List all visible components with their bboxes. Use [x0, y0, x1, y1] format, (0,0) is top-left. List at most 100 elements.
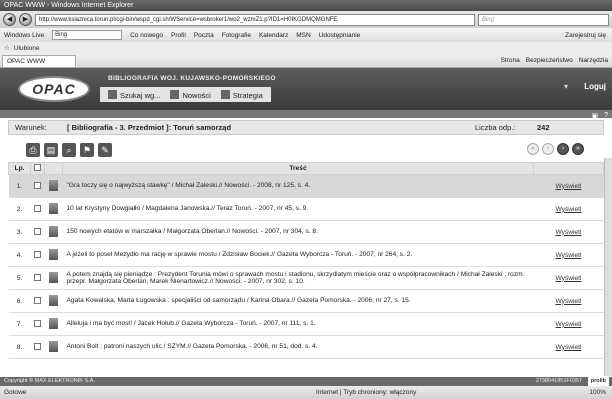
tab-strip: OPAC WWW Strona Bezpieczeństwo Narzędzia	[0, 54, 612, 68]
secondary-toolbar	[0, 110, 612, 118]
view-link[interactable]: Wyświetl	[533, 312, 604, 336]
live-link-sharing[interactable]: Udostępnianie	[319, 32, 361, 39]
nav-news-label: Nowości	[182, 90, 211, 100]
tab-opac[interactable]: OPAC WWW	[2, 54, 77, 67]
login-button[interactable]: Loguj	[584, 82, 606, 91]
row-checkbox[interactable]	[30, 174, 45, 198]
record-type-icon	[44, 289, 63, 313]
next-page-icon[interactable]: ›	[557, 143, 569, 155]
live-label: Windows Live	[4, 31, 45, 39]
row-description: "Gra toczy się o najwyższą stawkę" / Mic…	[62, 174, 534, 198]
live-link-photos[interactable]: Fotografie	[222, 32, 251, 39]
first-page-icon[interactable]: «	[527, 143, 539, 155]
scrollbar[interactable]	[604, 158, 612, 376]
table-row: 5. A potem znajdą się pieniądze : Prezyde…	[8, 266, 604, 290]
col-content: Treść	[62, 162, 534, 175]
record-type-icon	[44, 197, 63, 221]
row-checkbox[interactable]	[30, 312, 45, 336]
row-checkbox[interactable]	[30, 197, 45, 221]
pagination: « ‹ › »	[527, 143, 584, 155]
record-type-icon	[44, 220, 63, 244]
live-link-msn[interactable]: MSN	[296, 32, 310, 39]
forward-button[interactable]: ▶	[19, 13, 32, 26]
url-input[interactable]: http://www.ksiaznica.torun.pl/cgi-bin/ws…	[35, 13, 475, 26]
window-title: OPAC WWW - Windows Internet Explorer	[0, 0, 612, 11]
cmd-security[interactable]: Bezpieczeństwo	[526, 57, 573, 64]
view-link[interactable]: Wyświetl	[533, 174, 604, 198]
live-link-profile[interactable]: Profil	[171, 32, 186, 39]
query-bar: Warunek: [ Bibliografia - 3. Przedmiot ]…	[8, 120, 604, 135]
row-description: Antoni Bolt : patroni naszych ulic / SZY…	[62, 335, 534, 359]
view-link[interactable]: Wyświetl	[533, 289, 604, 313]
nav-news[interactable]: Nowości	[170, 89, 211, 100]
search-refine-icon[interactable]: ⌕	[62, 143, 76, 157]
nav-search-label: Szukaj wg...	[120, 90, 161, 100]
cmd-tools[interactable]: Narzędzia	[579, 57, 608, 64]
row-description: Alleluja i ma być most! / Jacek Hołub.//…	[62, 312, 534, 336]
live-link-mail[interactable]: Poczta	[194, 32, 214, 39]
live-link-whatsnew[interactable]: Co nowego	[130, 32, 163, 39]
filter-icon[interactable]: ⚑	[80, 143, 94, 157]
copyright-text: Copyright © MAX ELEKTRONIK S.A.	[4, 378, 95, 384]
last-page-icon[interactable]: »	[572, 143, 584, 155]
row-number: 7.	[8, 312, 31, 336]
record-type-icon	[44, 243, 63, 267]
row-checkbox[interactable]	[30, 220, 45, 244]
row-checkbox[interactable]	[30, 243, 45, 267]
signin-link[interactable]: Zarejestruj się	[565, 32, 612, 39]
row-description: Agata Kowalska, Marta Ługowska : specjal…	[62, 289, 534, 313]
news-icon	[170, 89, 180, 99]
view-link[interactable]: Wyświetl	[533, 197, 604, 221]
help-icon[interactable]: ?	[604, 112, 608, 120]
favorites-button[interactable]: Ulubione	[14, 45, 40, 52]
record-type-icon	[44, 312, 63, 336]
view-link[interactable]: Wyświetl	[533, 220, 604, 244]
cmd-page[interactable]: Strona	[501, 57, 520, 64]
query-label: Warunek:	[15, 123, 47, 132]
col-select-all[interactable]	[30, 162, 45, 175]
result-count-label: Liczba odp.:	[475, 123, 516, 132]
view-link[interactable]: Wyświetl	[533, 335, 604, 359]
row-number: 2.	[8, 197, 31, 221]
view-link[interactable]: Wyświetl	[533, 266, 604, 290]
table-row: 3. 150 nowych etatów w marszałka / Małgor…	[8, 220, 604, 244]
table-row: 4. A jeżeli to poseł Meżydło ma rację w s…	[8, 243, 604, 267]
prev-page-icon[interactable]: ‹	[542, 143, 554, 155]
live-search-input[interactable]: Bing	[52, 30, 123, 40]
address-bar: ◀ ▶ http://www.ksiaznica.torun.pl/cgi-bi…	[0, 11, 612, 28]
edit-icon[interactable]: ✎	[98, 143, 112, 157]
result-count: 242	[537, 123, 550, 132]
shelf-icon[interactable]: ▣	[591, 112, 598, 120]
save-icon[interactable]: ▤	[44, 143, 58, 157]
row-checkbox[interactable]	[30, 335, 45, 359]
result-actions: ⎙ ▤ ⌕ ⚑ ✎	[26, 143, 112, 157]
security-zone: Internet | Tryb chroniony: włączony	[316, 389, 417, 396]
zoom-level[interactable]: 100%	[589, 386, 606, 399]
nav-search[interactable]: Szukaj wg...	[108, 89, 161, 100]
col-icon	[44, 162, 63, 175]
live-link-calendar[interactable]: Kalendarz	[259, 32, 288, 39]
back-button[interactable]: ◀	[3, 13, 16, 26]
search-icon	[108, 89, 117, 99]
search-input[interactable]: Bing	[478, 13, 609, 26]
row-number: 8.	[8, 335, 31, 359]
status-text: Gotowe	[4, 389, 27, 396]
windows-live-toolbar: Windows Live Bing Co nowego Profil Poczt…	[0, 28, 612, 42]
row-description: 150 nowych etatów w marszałka / Małgorza…	[62, 220, 534, 244]
table-row: 2. 10 lat Krystyny Dowgiałło / Magdalena …	[8, 197, 604, 221]
nav-strategy[interactable]: Strategia	[220, 89, 263, 100]
opac-logo[interactable]: OPAC	[18, 76, 90, 102]
row-checkbox[interactable]	[30, 266, 45, 290]
row-checkbox[interactable]	[30, 289, 45, 313]
opac-header: OPAC BIBLIOGRAFIA WOJ. KUJAWSKO-POMORSKI…	[0, 68, 612, 110]
view-link[interactable]: Wyświetl	[533, 243, 604, 267]
print-icon[interactable]: ⎙	[26, 143, 40, 157]
database-name[interactable]: BIBLIOGRAFIA WOJ. KUJAWSKO-POMORSKIEGO	[108, 75, 276, 82]
table-row: 6. Agata Kowalska, Marta Ługowska : specj…	[8, 289, 604, 313]
cart-icon[interactable]: ▾	[564, 82, 568, 91]
col-lp: Lp.	[8, 162, 31, 175]
favorites-bar: ☆ Ulubione	[0, 42, 612, 54]
row-number: 3.	[8, 220, 31, 244]
table-row: 7. Alleluja i ma być most! / Jacek Hołub.…	[8, 312, 604, 336]
row-description: A jeżeli to poseł Meżydło ma rację w spr…	[62, 243, 534, 267]
